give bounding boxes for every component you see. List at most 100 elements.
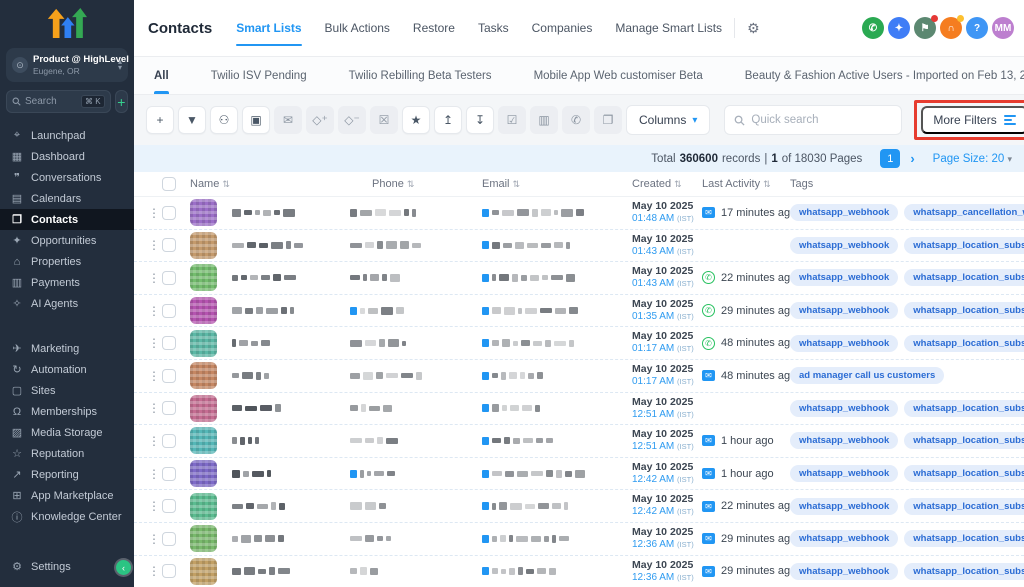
sort-icon[interactable]: ⇅ xyxy=(763,179,771,190)
row-checkbox[interactable] xyxy=(162,532,176,546)
row-checkbox[interactable] xyxy=(162,499,176,513)
sidebar-item-contacts[interactable]: ❒Contacts xyxy=(0,209,134,230)
tag-pill[interactable]: whatsapp_webhook xyxy=(790,432,898,449)
sort-icon[interactable]: ⇅ xyxy=(222,179,230,190)
contact-name[interactable] xyxy=(226,339,332,347)
sidebar-item-media-storage[interactable]: ▨Media Storage xyxy=(0,422,134,443)
sidebar-item-marketing[interactable]: ✈Marketing xyxy=(0,338,134,359)
table-row[interactable]: ⋮May 10 202501:43 AM (IST)✆22 minutes ag… xyxy=(134,262,1024,295)
row-checkbox[interactable] xyxy=(162,238,176,252)
star-button[interactable]: ★ xyxy=(402,106,430,134)
contact-name[interactable] xyxy=(226,535,332,543)
tag-pill[interactable]: whatsapp_location_subscribe xyxy=(904,400,1024,417)
row-menu-icon[interactable]: ⋮ xyxy=(146,369,162,383)
contact-name[interactable] xyxy=(226,470,332,478)
row-checkbox[interactable] xyxy=(162,336,176,350)
select-all-checkbox[interactable] xyxy=(162,177,176,191)
contact-name[interactable] xyxy=(226,241,332,249)
tag-pill[interactable]: whatsapp_webhook xyxy=(790,465,898,482)
contact-name[interactable] xyxy=(226,372,332,380)
row-menu-icon[interactable]: ⋮ xyxy=(146,336,162,350)
column-header-email[interactable]: Email⇅ xyxy=(464,178,606,190)
tab-bulk-actions[interactable]: Bulk Actions xyxy=(325,0,390,56)
user-avatar-icon[interactable]: MM xyxy=(992,17,1014,39)
row-checkbox[interactable] xyxy=(162,564,176,578)
table-row[interactable]: ⋮May 10 202501:43 AM (IST)whatsapp_webho… xyxy=(134,230,1024,263)
tag-pill[interactable]: whatsapp_webhook xyxy=(790,302,898,319)
sidebar-item-ai-agents[interactable]: ✧AI Agents xyxy=(0,293,134,314)
row-checkbox[interactable] xyxy=(162,434,176,448)
tag-pill[interactable]: whatsapp_webhook xyxy=(790,269,898,286)
add-contact-button[interactable]: + xyxy=(146,106,174,134)
row-checkbox[interactable] xyxy=(162,467,176,481)
tag-pill[interactable]: ad manager call us customers xyxy=(790,367,944,384)
email-verify-button[interactable]: ☑ xyxy=(498,106,526,134)
sidebar-item-memberships[interactable]: ΩMemberships xyxy=(0,401,134,422)
tag-pill[interactable]: whatsapp_location_subscribe xyxy=(904,432,1024,449)
contact-name[interactable] xyxy=(226,502,332,510)
row-checkbox[interactable] xyxy=(162,206,176,220)
row-checkbox[interactable] xyxy=(162,304,176,318)
column-header-created[interactable]: Created⇅ xyxy=(606,178,686,190)
add-to-company-button[interactable]: ▥ xyxy=(530,106,558,134)
page-1-button[interactable]: 1 xyxy=(880,149,900,168)
column-header-name[interactable]: Name⇅ xyxy=(190,178,332,190)
sidebar-item-payments[interactable]: ▥Payments xyxy=(0,272,134,293)
quick-add-button[interactable]: + xyxy=(115,90,128,113)
sidebar-item-automation[interactable]: ↻Automation xyxy=(0,359,134,380)
tag-pill[interactable]: whatsapp_webhook xyxy=(790,563,898,580)
contact-name[interactable] xyxy=(226,567,332,575)
sidebar-item-launchpad[interactable]: ⌖Launchpad xyxy=(0,125,134,146)
contact-name[interactable] xyxy=(226,307,332,314)
row-menu-icon[interactable]: ⋮ xyxy=(146,499,162,513)
tag-pill[interactable]: whatsapp_webhook xyxy=(790,498,898,515)
row-menu-icon[interactable]: ⋮ xyxy=(146,564,162,578)
sidebar-item-app-marketplace[interactable]: ⊞App Marketplace xyxy=(0,485,134,506)
tab-companies[interactable]: Companies xyxy=(532,0,593,56)
table-row[interactable]: ⋮May 10 202501:17 AM (IST)✉48 minutes ag… xyxy=(134,360,1024,393)
row-menu-icon[interactable]: ⋮ xyxy=(146,532,162,546)
contact-name[interactable] xyxy=(226,404,332,412)
tag-pill[interactable]: whatsapp_location_subscribe xyxy=(904,530,1024,547)
more-filters-button[interactable]: More Filters xyxy=(921,106,1024,134)
tag-pill[interactable]: whatsapp_webhook xyxy=(790,400,898,417)
quick-actions-icon[interactable]: ✦ xyxy=(888,17,910,39)
sidebar-item-conversations[interactable]: ❞Conversations xyxy=(0,167,134,188)
sort-icon[interactable]: ⇅ xyxy=(674,179,682,190)
export-button[interactable]: ↥ xyxy=(434,106,462,134)
table-row[interactable]: ⋮May 10 202512:42 AM (IST)✉22 minutes ag… xyxy=(134,490,1024,523)
row-menu-icon[interactable]: ⋮ xyxy=(146,271,162,285)
page-size-dropdown[interactable]: Page Size: 20 ▾ xyxy=(933,153,1012,165)
tag-pill[interactable]: whatsapp_webhook xyxy=(790,335,898,352)
sidebar-item-opportunities[interactable]: ✦Opportunities xyxy=(0,230,134,251)
delete-button[interactable]: ☒ xyxy=(370,106,398,134)
row-checkbox[interactable] xyxy=(162,369,176,383)
column-header-phone[interactable]: Phone⇅ xyxy=(332,178,464,190)
sidebar-search-input[interactable] xyxy=(25,96,77,107)
whatsapp-button[interactable]: ✆ xyxy=(562,106,590,134)
smartlist-tab-twilio-rebilling-beta-testers[interactable]: Twilio Rebilling Beta Testers xyxy=(349,57,492,94)
column-header-tags[interactable]: Tags xyxy=(784,178,1024,190)
phone-icon[interactable]: ✆ xyxy=(862,17,884,39)
table-row[interactable]: ⋮May 10 202501:35 AM (IST)✆29 minutes ag… xyxy=(134,295,1024,328)
help-icon[interactable]: ? xyxy=(966,17,988,39)
table-row[interactable]: ⋮May 10 202501:48 AM (IST)✉17 minutes ag… xyxy=(134,197,1024,230)
smartlist-tab-beauty-fashion-active-users-im[interactable]: Beauty & Fashion Active Users - Imported… xyxy=(745,57,1024,94)
row-checkbox[interactable] xyxy=(162,401,176,415)
sidebar-item-reputation[interactable]: ☆Reputation xyxy=(0,443,134,464)
quick-search[interactable] xyxy=(724,105,902,135)
columns-button[interactable]: Columns ▾ xyxy=(626,105,710,135)
announcements-icon[interactable]: ⚑ xyxy=(914,17,936,39)
send-email-button[interactable]: ✉ xyxy=(274,106,302,134)
tag-pill[interactable]: whatsapp_cancellation_webhook xyxy=(904,204,1024,221)
sort-icon[interactable]: ⇅ xyxy=(407,179,415,190)
tag-pill[interactable]: whatsapp_location_subscribe xyxy=(904,302,1024,319)
table-row[interactable]: ⋮May 10 202512:36 AM (IST)✉29 minutes ag… xyxy=(134,523,1024,556)
row-menu-icon[interactable]: ⋮ xyxy=(146,206,162,220)
add-tag-button[interactable]: ◇⁺ xyxy=(306,106,334,134)
contact-name[interactable] xyxy=(226,209,332,217)
sidebar-item-knowledge-center[interactable]: ⓘKnowledge Center xyxy=(0,506,134,527)
tag-pill[interactable]: whatsapp_webhook xyxy=(790,530,898,547)
tag-pill[interactable]: whatsapp_location_subscribe xyxy=(904,563,1024,580)
row-menu-icon[interactable]: ⋮ xyxy=(146,304,162,318)
